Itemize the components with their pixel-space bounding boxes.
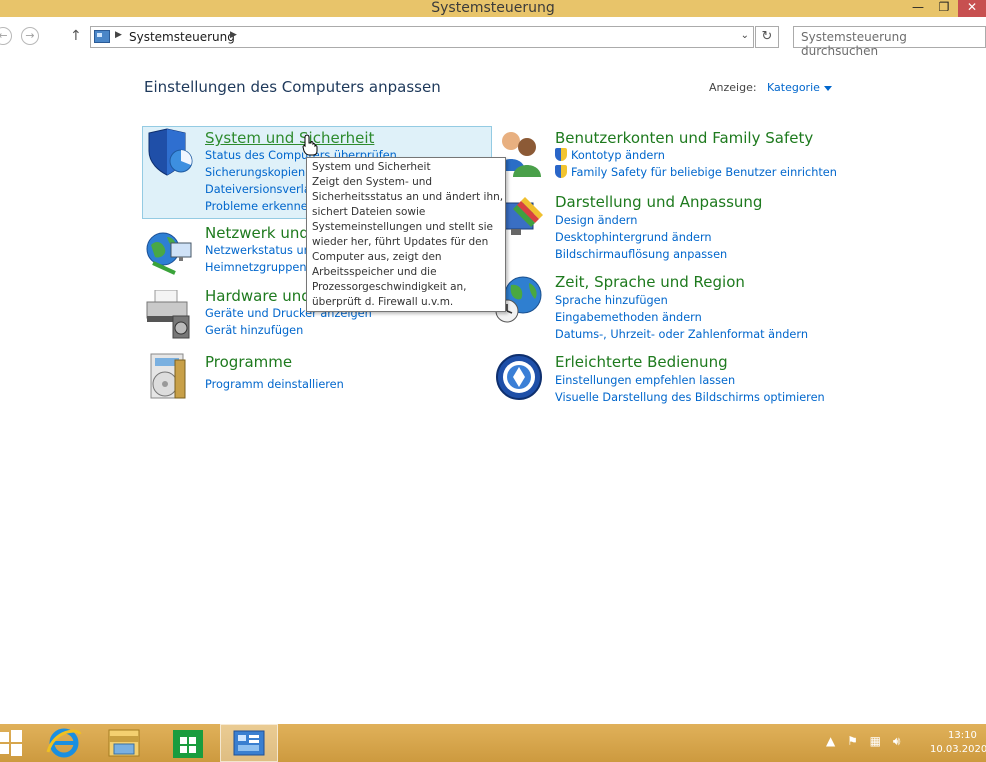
tooltip-line: Computer aus, zeigt den	[312, 251, 442, 263]
link-change-background[interactable]: Desktophintergrund ändern	[555, 229, 727, 246]
taskbar-internet-explorer[interactable]	[44, 724, 84, 762]
breadcrumb-expand-icon[interactable]: ▶	[230, 30, 237, 40]
shield-icon	[148, 128, 193, 176]
navigation-bar: ← → ↑ ▶ Systemsteuerung ▶ ⌄ ↻ Systemsteu…	[0, 17, 986, 58]
view-label: Anzeige:	[709, 81, 757, 94]
minimize-button[interactable]: —	[908, 0, 928, 17]
clock-time[interactable]: 13:10	[930, 729, 986, 743]
link-network-status[interactable]: Netzwerkstatus und	[205, 242, 318, 259]
control-panel-icon	[94, 30, 110, 43]
tooltip-line: sichert Dateien sowie	[312, 206, 426, 218]
tooltip-line: überprüft d. Firewall u.v.m.	[312, 296, 454, 308]
volume-icon[interactable]: 🔊︎	[893, 734, 901, 748]
uac-shield-icon	[555, 165, 567, 178]
view-mode-value[interactable]: Kategorie	[767, 81, 820, 94]
system-tray: ▲ ⚑ ▦ 🔊︎	[826, 734, 908, 749]
taskbar-clock[interactable]: 13:10 10.03.2020	[930, 729, 986, 757]
windows-logo-icon	[0, 730, 22, 756]
breadcrumb-separator-icon[interactable]: ▶	[115, 30, 122, 40]
folder-icon	[108, 729, 140, 757]
category-title-system-security[interactable]: System und Sicherheit	[205, 129, 374, 147]
store-icon	[173, 730, 203, 758]
control-panel-icon	[233, 730, 265, 756]
link-change-theme[interactable]: Design ändern	[555, 212, 727, 229]
link-change-account-type-label[interactable]: Kontotyp ändern	[571, 149, 665, 162]
search-placeholder: Systemsteuerung durchsuchen	[801, 30, 907, 58]
category-title-hardware[interactable]: Hardware und	[205, 287, 311, 305]
view-mode-dropdown[interactable]: Kategorie	[767, 81, 832, 94]
search-input[interactable]: Systemsteuerung durchsuchen	[793, 26, 986, 58]
link-uninstall-program[interactable]: Programm deinstallieren	[205, 376, 344, 393]
breadcrumb-item[interactable]: Systemsteuerung	[129, 30, 235, 44]
category-title-network[interactable]: Netzwerk und	[205, 224, 309, 242]
clock-date[interactable]: 10.03.2020	[930, 743, 986, 757]
taskbar-control-panel[interactable]	[220, 724, 278, 762]
link-add-language[interactable]: Sprache hinzufügen	[555, 292, 808, 309]
chevron-down-icon[interactable]	[823, 85, 832, 91]
link-get-recommendations[interactable]: Einstellungen empfehlen lassen	[555, 372, 825, 389]
link-input-methods[interactable]: Eingabemethoden ändern	[555, 309, 808, 326]
uac-shield-icon	[555, 148, 567, 161]
link-change-account-type[interactable]: Kontotyp ändern	[555, 147, 837, 164]
link-date-time-format[interactable]: Datums-, Uhrzeit- oder Zahlenformat ände…	[555, 326, 808, 343]
link-family-safety[interactable]: Family Safety für beliebige Benutzer ein…	[555, 164, 837, 181]
category-tooltip: System und Sicherheit Zeigt den System- …	[306, 157, 506, 312]
address-dropdown-icon[interactable]: ⌄	[741, 30, 749, 41]
taskbar-store[interactable]	[168, 724, 208, 762]
accessibility-icon	[496, 354, 542, 400]
category-title-programs[interactable]: Programme	[205, 353, 292, 371]
back-button[interactable]: ←	[0, 27, 12, 45]
close-button[interactable]: ✕	[958, 0, 986, 17]
action-center-flag-icon[interactable]: ⚑	[847, 734, 858, 748]
category-title-region[interactable]: Zeit, Sprache und Region	[555, 273, 745, 291]
up-button[interactable]: ↑	[70, 28, 82, 44]
link-add-device[interactable]: Gerät hinzufügen	[205, 322, 372, 339]
network-tray-icon[interactable]: ▦	[870, 734, 881, 748]
tooltip-line: Arbeitsspeicher und die	[312, 266, 437, 278]
link-adjust-resolution[interactable]: Bildschirmauflösung anpassen	[555, 246, 727, 263]
network-icon	[146, 232, 192, 275]
internet-explorer-icon	[46, 728, 82, 758]
maximize-button[interactable]: ❐	[934, 0, 954, 17]
start-button[interactable]	[0, 724, 24, 762]
taskbar-file-explorer[interactable]	[104, 724, 144, 762]
tooltip-line: Prozessorgeschwindigkeit an,	[312, 281, 467, 293]
title-bar: Systemsteuerung — ❐ ✕	[0, 0, 986, 17]
link-optimize-display[interactable]: Visuelle Darstellung des Bildschirms opt…	[555, 389, 825, 406]
category-title-user-accounts[interactable]: Benutzerkonten und Family Safety	[555, 129, 813, 147]
hand-cursor-icon	[302, 134, 318, 156]
taskbar: ▲ ⚑ ▦ 🔊︎ 13:10 10.03.2020	[0, 724, 986, 762]
refresh-button[interactable]: ↻	[755, 26, 779, 48]
forward-button[interactable]: →	[21, 27, 39, 45]
tooltip-line: Zeigt den System- und	[312, 176, 433, 188]
category-title-appearance[interactable]: Darstellung und Anpassung	[555, 193, 762, 211]
address-bar[interactable]: ▶ Systemsteuerung ▶ ⌄	[90, 26, 754, 48]
link-family-safety-label[interactable]: Family Safety für beliebige Benutzer ein…	[571, 166, 837, 179]
page-title: Einstellungen des Computers anpassen	[144, 78, 441, 96]
tooltip-line: Systemeinstellungen und stellt sie	[312, 221, 493, 233]
tooltip-line: Sicherheitsstatus an und ändert ihn,	[312, 191, 504, 203]
printer-icon	[146, 290, 190, 339]
category-title-ease-of-access[interactable]: Erleichterte Bedienung	[555, 353, 728, 371]
window-title: Systemsteuerung	[431, 0, 555, 16]
link-homegroup[interactable]: Heimnetzgruppen-	[205, 259, 318, 276]
programs-icon	[150, 353, 186, 399]
show-hidden-icons-icon[interactable]: ▲	[826, 734, 835, 748]
tooltip-line: System und Sicherheit	[312, 161, 431, 173]
tooltip-line: wieder her, führt Updates für den	[312, 236, 489, 248]
